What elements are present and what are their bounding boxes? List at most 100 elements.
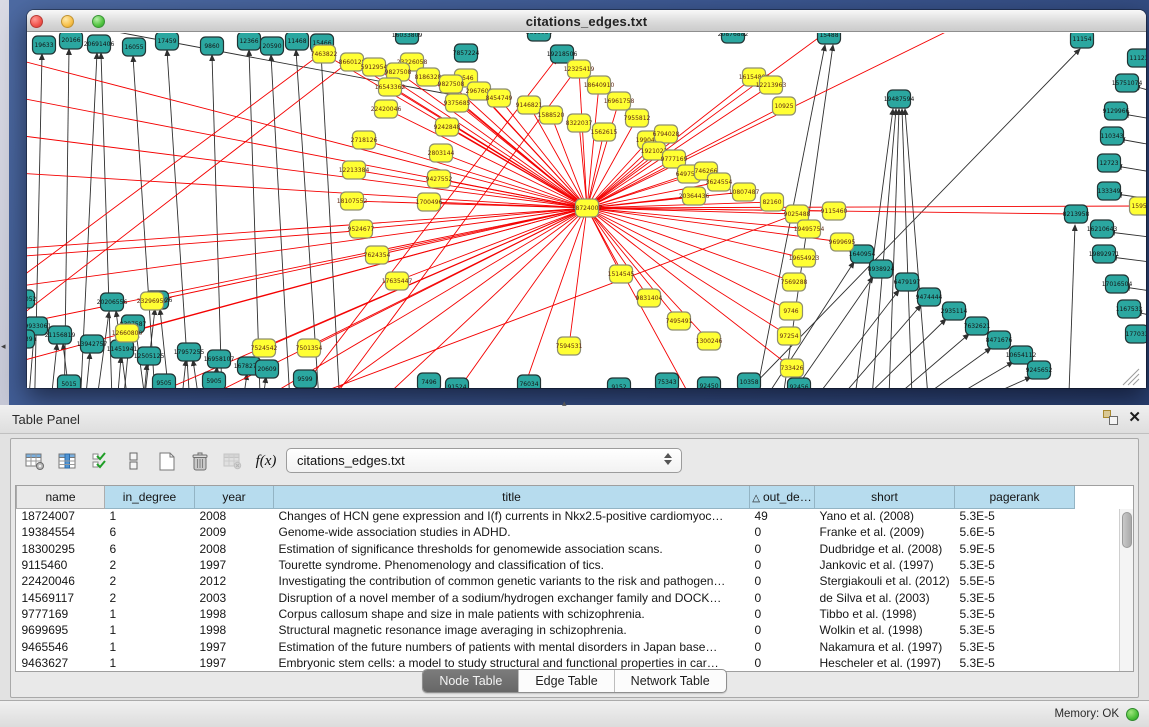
- table-cell[interactable]: 2009: [195, 524, 274, 540]
- table-cell[interactable]: 9115460: [17, 557, 105, 573]
- table-cell[interactable]: 1: [105, 622, 195, 638]
- tab-edge-table[interactable]: Edge Table: [519, 670, 614, 692]
- show-column-button[interactable]: [54, 448, 82, 474]
- table-cell[interactable]: 1: [105, 606, 195, 622]
- table-row[interactable]: 1872400712008Changes of HCN gene express…: [17, 508, 1121, 524]
- table-cell[interactable]: 2: [105, 589, 195, 605]
- import-table-button[interactable]: [219, 448, 247, 474]
- panel-collapse-arrow-icon[interactable]: ◂: [1, 342, 6, 351]
- table-cell[interactable]: 6: [105, 524, 195, 540]
- table-cell[interactable]: 5.6E-5: [955, 524, 1075, 540]
- table-cell[interactable]: 49: [750, 508, 815, 524]
- table-cell[interactable]: 0: [750, 524, 815, 540]
- table-row[interactable]: 969969511998Structural magnetic resonanc…: [17, 622, 1121, 638]
- table-cell[interactable]: 1998: [195, 622, 274, 638]
- column-header-name[interactable]: name: [17, 486, 105, 508]
- table-cell[interactable]: Corpus callosum shape and size in male p…: [274, 606, 750, 622]
- table-cell[interactable]: Estimation of significance thresholds fo…: [274, 541, 750, 557]
- table-cell[interactable]: 0: [750, 606, 815, 622]
- table-cell[interactable]: de Silva et al. (2003): [815, 589, 955, 605]
- table-row[interactable]: 977716911998Corpus callosum shape and si…: [17, 606, 1121, 622]
- table-cell[interactable]: 0: [750, 638, 815, 654]
- table-cell[interactable]: Investigating the contribution of common…: [274, 573, 750, 589]
- table-cell[interactable]: 9699695: [17, 622, 105, 638]
- table-cell[interactable]: 5.3E-5: [955, 589, 1075, 605]
- tab-network-table[interactable]: Network Table: [615, 670, 726, 692]
- table-cell[interactable]: 2012: [195, 573, 274, 589]
- table-cell[interactable]: Structural magnetic resonance image aver…: [274, 622, 750, 638]
- table-cell[interactable]: Estimation of the future numbers of pati…: [274, 638, 750, 654]
- table-cell[interactable]: 0: [750, 622, 815, 638]
- table-cell[interactable]: Franke et al. (2009): [815, 524, 955, 540]
- table-cell[interactable]: Nakamura et al. (1997): [815, 638, 955, 654]
- table-cell[interactable]: 18300295: [17, 541, 105, 557]
- scrollbar-thumb[interactable]: [1122, 512, 1132, 548]
- table-select-dropdown[interactable]: citations_edges.txt: [286, 448, 682, 473]
- table-row[interactable]: 1938455462009Genome-wide association stu…: [17, 524, 1121, 540]
- table-cell[interactable]: 2003: [195, 589, 274, 605]
- table-cell[interactable]: 2008: [195, 508, 274, 524]
- table-cell[interactable]: 22420046: [17, 573, 105, 589]
- network-window[interactable]: citations_edges.txt 19633201662069140616…: [27, 10, 1146, 388]
- column-header-year[interactable]: year: [195, 486, 274, 508]
- table-cell[interactable]: 1: [105, 508, 195, 524]
- table-cell[interactable]: 19384554: [17, 524, 105, 540]
- table-cell[interactable]: Dudbridge et al. (2008): [815, 541, 955, 557]
- table-cell[interactable]: 5.3E-5: [955, 622, 1075, 638]
- tab-node-table[interactable]: Node Table: [423, 670, 519, 692]
- table-row[interactable]: 1456911722003Disruption of a novel membe…: [17, 589, 1121, 605]
- create-column-button[interactable]: [153, 448, 181, 474]
- table-cell[interactable]: 5.3E-5: [955, 508, 1075, 524]
- delete-column-button[interactable]: [186, 448, 214, 474]
- column-header-pagerank[interactable]: pagerank: [955, 486, 1075, 508]
- column-header-title[interactable]: title: [274, 486, 750, 508]
- table-cell[interactable]: 5.9E-5: [955, 541, 1075, 557]
- column-selection-button[interactable]: [87, 448, 115, 474]
- table-cell[interactable]: Stergiakouli et al. (2012): [815, 573, 955, 589]
- table-cell[interactable]: Tourette syndrome. Phenomenology and cla…: [274, 557, 750, 573]
- table-cell[interactable]: 6: [105, 541, 195, 557]
- table-row[interactable]: 946554611997Estimation of the future num…: [17, 638, 1121, 654]
- table-cell[interactable]: 5.5E-5: [955, 573, 1075, 589]
- table-cell[interactable]: Yano et al. (2008): [815, 508, 955, 524]
- table-scrollbar[interactable]: [1119, 509, 1133, 672]
- table-cell[interactable]: Genome-wide association studies in ADHD.: [274, 524, 750, 540]
- table-cell[interactable]: 14569117: [17, 589, 105, 605]
- table-options-button[interactable]: [21, 448, 49, 474]
- table-cell[interactable]: 1998: [195, 606, 274, 622]
- table-cell[interactable]: 5.3E-5: [955, 638, 1075, 654]
- table-row[interactable]: 911546021997Tourette syndrome. Phenomeno…: [17, 557, 1121, 573]
- table-cell[interactable]: Jankovic et al. (1997): [815, 557, 955, 573]
- window-titlebar[interactable]: citations_edges.txt: [27, 10, 1146, 32]
- column-header-out_de[interactable]: △out_de…: [750, 486, 815, 508]
- table-row[interactable]: 1830029562008Estimation of significance …: [17, 541, 1121, 557]
- column-header-in_degree[interactable]: in_degree: [105, 486, 195, 508]
- network-canvas[interactable]: 1963320166206914061605517459986012366205…: [27, 33, 1146, 388]
- table-cell[interactable]: 5.3E-5: [955, 606, 1075, 622]
- function-builder-button[interactable]: f(x): [252, 448, 280, 474]
- float-panel-icon[interactable]: [1103, 410, 1118, 425]
- table-cell[interactable]: 0: [750, 557, 815, 573]
- table-cell[interactable]: 2: [105, 557, 195, 573]
- table-cell[interactable]: 5.3E-5: [955, 557, 1075, 573]
- column-header-short[interactable]: short: [815, 486, 955, 508]
- table-row[interactable]: 2242004622012Investigating the contribut…: [17, 573, 1121, 589]
- row-mode-button[interactable]: [120, 448, 148, 474]
- table-cell[interactable]: 18724007: [17, 508, 105, 524]
- table-cell[interactable]: 1997: [195, 638, 274, 654]
- panel-splitter-handle[interactable]: ▴: [562, 398, 567, 409]
- table-cell[interactable]: 0: [750, 541, 815, 557]
- table-cell[interactable]: Disruption of a novel member of a sodium…: [274, 589, 750, 605]
- table-cell[interactable]: Wolkin et al. (1998): [815, 622, 955, 638]
- table-cell[interactable]: 9465546: [17, 638, 105, 654]
- table-cell[interactable]: 0: [750, 589, 815, 605]
- citation-network-graph[interactable]: 1963320166206914061605517459986012366205…: [27, 33, 1146, 388]
- table-cell[interactable]: 2008: [195, 541, 274, 557]
- table-cell[interactable]: Changes of HCN gene expression and I(f) …: [274, 508, 750, 524]
- table-cell[interactable]: 1: [105, 638, 195, 654]
- table-cell[interactable]: 0: [750, 573, 815, 589]
- table-cell[interactable]: 9777169: [17, 606, 105, 622]
- table-cell[interactable]: Tibbo et al. (1998): [815, 606, 955, 622]
- close-panel-icon[interactable]: ✕: [1128, 410, 1141, 425]
- table-cell[interactable]: 2: [105, 573, 195, 589]
